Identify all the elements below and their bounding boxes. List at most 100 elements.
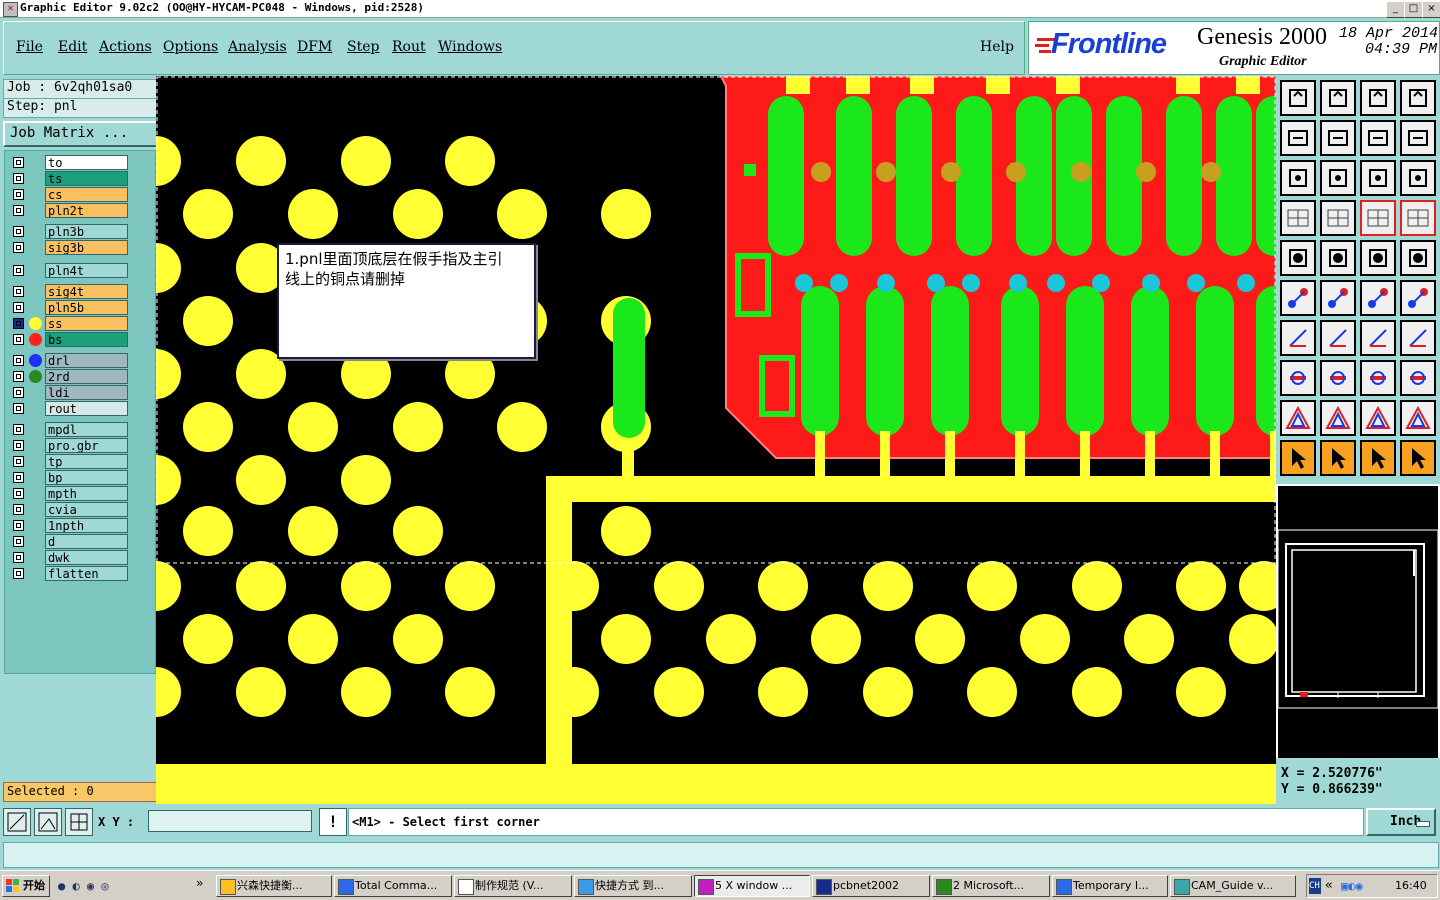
angle-tool-button[interactable] — [1280, 320, 1316, 356]
graphics-canvas[interactable] — [156, 76, 1276, 804]
copy-feature-tool-button[interactable] — [1280, 360, 1316, 396]
zoom-fit-button[interactable] — [3, 808, 31, 836]
pointer-box-tool-button[interactable] — [1320, 440, 1356, 476]
delete-net-tool-button[interactable] — [1320, 280, 1356, 316]
minimize-button[interactable]: _ — [1386, 1, 1405, 18]
layer-stack-tool-button[interactable] — [1280, 200, 1316, 236]
layer-checkbox[interactable] — [13, 371, 24, 382]
layer-checkbox[interactable] — [13, 488, 24, 499]
zoom-center-tool-button[interactable] — [1320, 160, 1356, 196]
pan-left-tool-button[interactable] — [1280, 120, 1316, 156]
menu-actions[interactable]: Actions — [99, 39, 152, 55]
pointer-tool-button[interactable] — [1280, 440, 1316, 476]
open-step-tool-button[interactable] — [1280, 80, 1316, 116]
pan-right-tool-button[interactable] — [1320, 120, 1356, 156]
menu-dfm[interactable]: DFM — [297, 39, 332, 55]
grid-tool-button[interactable] — [1320, 200, 1356, 236]
note-popup[interactable]: 1.pnl里面顶底层在假手指及主引 线上的铜点请删掉 — [277, 243, 536, 359]
maximize-button[interactable]: □ — [1404, 1, 1423, 18]
ime-indicator[interactable]: CH — [1309, 878, 1321, 894]
menu-edit[interactable]: Edit — [58, 39, 87, 55]
resize-tool-button[interactable] — [1360, 360, 1396, 396]
zoom-fit-tool-button[interactable] — [1280, 160, 1316, 196]
layer-checkbox[interactable] — [13, 440, 24, 451]
move-node-2-tool-button[interactable] — [1400, 280, 1436, 316]
text-tool-button[interactable] — [1400, 320, 1436, 356]
layer-checkbox[interactable] — [13, 286, 24, 297]
layer-checkbox[interactable] — [13, 226, 24, 237]
layer-checkbox[interactable] — [13, 504, 24, 515]
layer-checkbox[interactable] — [13, 173, 24, 184]
taskbar-item[interactable]: 制作规范 (V... — [454, 875, 572, 897]
transform-tool-button[interactable] — [1400, 360, 1436, 396]
start-button[interactable]: 开始 — [2, 875, 50, 897]
layer-checkbox[interactable] — [13, 387, 24, 398]
warning-button[interactable]: ! — [319, 808, 347, 836]
route-tool-button[interactable] — [1400, 440, 1436, 476]
arc-tool-button[interactable] — [1360, 320, 1396, 356]
layer-checkbox[interactable] — [13, 334, 24, 345]
zoom-mirror-tool-button[interactable] — [1400, 120, 1436, 156]
layer-checkbox[interactable] — [13, 472, 24, 483]
select-net-tool-button[interactable] — [1280, 280, 1316, 316]
layer-checkbox[interactable] — [13, 456, 24, 467]
layer-checkbox[interactable] — [13, 552, 24, 563]
taskbar-item[interactable]: pcbnet2002 — [812, 875, 930, 897]
overview-map[interactable] — [1277, 486, 1439, 758]
layer-checkbox[interactable] — [13, 568, 24, 579]
layer-checkbox[interactable] — [13, 302, 24, 313]
help-tool-button[interactable] — [1400, 160, 1436, 196]
snap-button[interactable] — [65, 808, 93, 836]
taskbar-item[interactable]: 快捷方式 到... — [574, 875, 692, 897]
pointer-red-tool-button[interactable] — [1360, 440, 1396, 476]
triangle-2-tool-button[interactable] — [1320, 400, 1356, 436]
quick-launch-chevron[interactable]: » — [196, 876, 203, 890]
window-split-tool-button[interactable] — [1400, 80, 1436, 116]
tray-expand-chevron[interactable]: « — [1325, 878, 1333, 893]
layer-checkbox[interactable] — [13, 205, 24, 216]
taskbar-item[interactable]: Total Comma... — [334, 875, 452, 897]
menu-help[interactable]: Help — [980, 39, 1014, 55]
layer-checkbox[interactable] — [13, 403, 24, 414]
taskbar-item[interactable]: Temporary I... — [1052, 875, 1168, 897]
layer-checkbox[interactable] — [13, 536, 24, 547]
move-node-tool-button[interactable] — [1360, 280, 1396, 316]
triangle-tool-button[interactable] — [1280, 400, 1316, 436]
edit-shape-tool-button[interactable] — [1320, 240, 1356, 276]
triangle-4-tool-button[interactable] — [1400, 400, 1436, 436]
menu-step[interactable]: Step — [347, 39, 379, 55]
measure-ruler-tool-button[interactable] — [1360, 240, 1396, 276]
flip-tool-button[interactable] — [1360, 120, 1396, 156]
menu-analysis[interactable]: Analysis — [228, 39, 287, 55]
job-matrix-button[interactable]: Job Matrix ... — [3, 121, 161, 147]
taskbar-item[interactable]: 5 X window ... — [694, 875, 810, 897]
snap-red-2-tool-button[interactable] — [1400, 200, 1436, 236]
units-select[interactable]: Inch — [1366, 808, 1436, 836]
pad-tool-button[interactable] — [1280, 240, 1316, 276]
layer-checkbox[interactable] — [13, 424, 24, 435]
snap-red-tool-button[interactable] — [1360, 200, 1396, 236]
layer-checkbox[interactable] — [13, 157, 24, 168]
home-tool-button[interactable] — [1360, 80, 1396, 116]
layer-checkbox[interactable] — [13, 265, 24, 276]
layer-checkbox[interactable] — [13, 355, 24, 366]
outline-tool-button[interactable] — [1400, 240, 1436, 276]
cut-tool-button[interactable] — [1320, 360, 1356, 396]
menu-file[interactable]: File — [16, 39, 43, 55]
taskbar-item[interactable]: CAM_Guide v... — [1170, 875, 1296, 897]
measure-button[interactable] — [34, 808, 62, 836]
layer-checkbox[interactable] — [13, 520, 24, 531]
scale-1-2-tool-button[interactable] — [1360, 160, 1396, 196]
menu-rout[interactable]: Rout — [392, 39, 426, 55]
taskbar-item[interactable]: 兴森快捷衡... — [216, 875, 332, 897]
layer-checkbox[interactable] — [13, 189, 24, 200]
menu-options[interactable]: Options — [163, 39, 218, 55]
xy-input[interactable] — [148, 810, 312, 832]
save-tool-button[interactable] — [1320, 80, 1356, 116]
menu-windows[interactable]: Windows — [438, 39, 502, 55]
taskbar-item[interactable]: 2 Microsoft... — [932, 875, 1050, 897]
triangle-3-tool-button[interactable] — [1360, 400, 1396, 436]
line-tool-button[interactable] — [1320, 320, 1356, 356]
layer-checkbox[interactable] — [13, 318, 24, 329]
layer-checkbox[interactable] — [13, 242, 24, 253]
